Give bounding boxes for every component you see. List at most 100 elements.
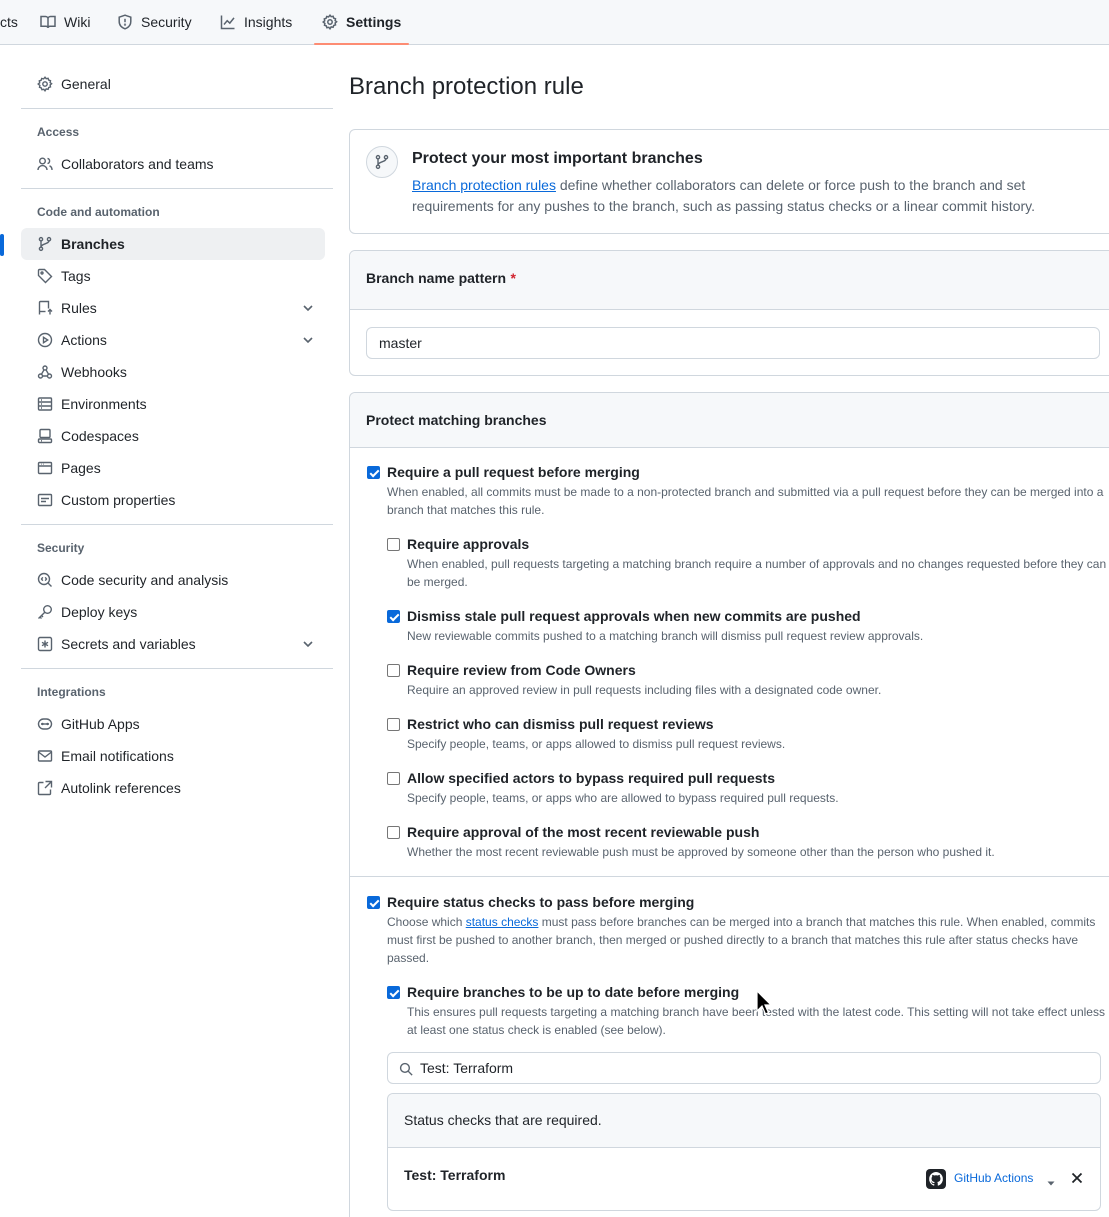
require-approvals-checkbox[interactable] <box>387 538 400 551</box>
sidebar-item-label: General <box>61 76 111 92</box>
mouse-cursor-icon <box>756 990 772 1015</box>
required-checks-header: Status checks that are required. <box>388 1094 1100 1148</box>
sidebar-item-webhooks[interactable]: Webhooks <box>21 356 325 388</box>
book-icon <box>40 15 56 29</box>
hubot-icon <box>37 716 53 732</box>
required-checks-box: Status checks that are required. Test: T… <box>387 1093 1101 1211</box>
protect-header: Protect matching branches <box>350 393 1109 448</box>
dismiss-stale-checkbox[interactable] <box>387 610 400 623</box>
sidebar-item-email-notifications[interactable]: Email notifications <box>21 740 325 772</box>
bypass-actors-checkbox[interactable] <box>387 772 400 785</box>
graph-icon <box>220 15 235 30</box>
selected-tab-indicator <box>314 43 410 45</box>
required-check-row: Test: Terraform GitHub Actions <box>388 1149 1100 1209</box>
required-mark: * <box>510 270 516 286</box>
sidebar-item-tags[interactable]: Tags <box>21 260 325 292</box>
sidebar-item-label: Environments <box>61 396 147 412</box>
sidebar-item-github-apps[interactable]: GitHub Apps <box>21 708 325 740</box>
up-to-date-title: Require branches to be up to date before… <box>407 984 740 1000</box>
branch-pattern-label-text: Branch name pattern <box>366 270 507 286</box>
github-actions-source[interactable]: GitHub Actions <box>954 1171 1033 1185</box>
git-branch-icon <box>37 236 53 252</box>
tab-wiki[interactable]: Wiki <box>40 0 90 44</box>
intro-title: Protect your most important branches <box>412 150 703 167</box>
sidebar-item-code-security[interactable]: Code security and analysis <box>21 564 325 596</box>
browser-icon <box>37 460 53 476</box>
status-checks-title: Require status checks to pass before mer… <box>387 894 695 910</box>
gear-icon <box>322 14 338 30</box>
tab-security[interactable]: Security <box>117 0 192 44</box>
sidebar-item-label: GitHub Apps <box>61 716 140 732</box>
bypass-actors-desc: Specify people, teams, or apps who are a… <box>407 791 839 805</box>
tab-insights[interactable]: Insights <box>220 0 292 44</box>
restrict-dismiss-checkbox[interactable] <box>387 718 400 731</box>
sidebar-item-label: Email notifications <box>61 748 174 764</box>
recent-push-checkbox[interactable] <box>387 826 400 839</box>
recent-push-title: Require approval of the most recent revi… <box>407 824 760 840</box>
chevron-down-icon[interactable] <box>301 333 315 347</box>
code-owners-checkbox[interactable] <box>387 664 400 677</box>
branch-protection-rules-link[interactable]: Branch protection rules <box>412 177 556 193</box>
code-owners-title: Require review from Code Owners <box>407 662 636 678</box>
sidebar-item-custom-properties[interactable]: Custom properties <box>21 484 325 516</box>
codespaces-icon <box>37 428 53 444</box>
key-asterisk-icon <box>37 636 53 652</box>
sidebar-divider <box>21 188 333 189</box>
required-check-name: Test: Terraform <box>404 1167 506 1183</box>
webhook-icon <box>37 364 53 380</box>
status-checks-link[interactable]: status checks <box>466 915 539 929</box>
tab-wiki-label: Wiki <box>64 14 91 30</box>
status-checks-checkbox[interactable] <box>367 896 380 909</box>
tab-insights-label: Insights <box>244 14 293 30</box>
sidebar-item-codespaces[interactable]: Codespaces <box>21 420 325 452</box>
sidebar-heading-integrations: Integrations <box>37 685 106 699</box>
require-approvals-desc: When enabled, pull requests targeting a … <box>407 557 1107 589</box>
branch-pattern-input[interactable]: master <box>366 327 1100 359</box>
tab-settings-label: Settings <box>346 14 402 30</box>
sidebar-item-branches[interactable]: Branches <box>0 228 325 260</box>
sidebar-item-secrets[interactable]: Secrets and variables <box>21 628 325 660</box>
sidebar-item-actions[interactable]: Actions <box>21 324 325 356</box>
active-indicator <box>0 234 4 256</box>
people-icon <box>37 156 53 172</box>
sidebar-divider <box>21 668 333 669</box>
gear-icon <box>37 76 53 93</box>
up-to-date-checkbox[interactable] <box>387 986 400 999</box>
tab-settings[interactable]: Settings <box>314 0 410 45</box>
sidebar-item-autolink[interactable]: Autolink references <box>21 772 325 804</box>
sidebar-item-label: Rules <box>61 300 97 316</box>
repo-nav: cts Wiki Security Insights Settings <box>0 0 1109 45</box>
required-checks-header-text: Status checks that are required. <box>404 1112 602 1128</box>
close-icon[interactable] <box>1070 1171 1084 1185</box>
page-title: Branch protection rule <box>349 73 584 100</box>
sidebar-item-label: Secrets and variables <box>61 636 196 652</box>
sidebar-item-rules[interactable]: Rules <box>21 292 325 324</box>
dismiss-stale-desc: New reviewable commits pushed to a match… <box>407 629 924 643</box>
sidebar-item-general[interactable]: General <box>21 68 325 100</box>
search-icon <box>399 1062 413 1076</box>
intro-box: Protect your most important branches Bra… <box>349 129 1109 234</box>
branch-pattern-box: Branch name pattern * master <box>349 250 1109 376</box>
protect-heading: Protect matching branches <box>366 412 547 428</box>
bypass-actors-title: Allow specified actors to bypass require… <box>407 770 775 786</box>
tab-security-label: Security <box>141 14 192 30</box>
tab-projects[interactable]: cts <box>0 0 18 44</box>
chevron-down-icon[interactable] <box>301 301 315 315</box>
branch-pattern-header: Branch name pattern * <box>350 251 1109 310</box>
status-checks-desc: Choose which status checks must pass bef… <box>387 913 1107 967</box>
sidebar-item-pages[interactable]: Pages <box>21 452 325 484</box>
triangle-down-icon[interactable] <box>1046 1175 1056 1186</box>
sidebar-item-collaborators[interactable]: Collaborators and teams <box>21 148 325 180</box>
code-owners-desc: Require an approved review in pull reque… <box>407 683 882 697</box>
sidebar-item-deploy-keys[interactable]: Deploy keys <box>21 596 325 628</box>
sidebar-item-environments[interactable]: Environments <box>21 388 325 420</box>
key-icon <box>37 604 53 620</box>
shield-icon <box>118 14 132 30</box>
mail-icon <box>37 748 53 764</box>
status-check-search-input[interactable]: Test: Terraform <box>387 1052 1101 1084</box>
server-icon <box>37 396 53 412</box>
codescan-icon <box>37 572 53 588</box>
chevron-down-icon[interactable] <box>301 637 315 651</box>
sidebar-item-label: Branches <box>61 236 125 252</box>
require-pr-checkbox[interactable] <box>367 466 380 479</box>
